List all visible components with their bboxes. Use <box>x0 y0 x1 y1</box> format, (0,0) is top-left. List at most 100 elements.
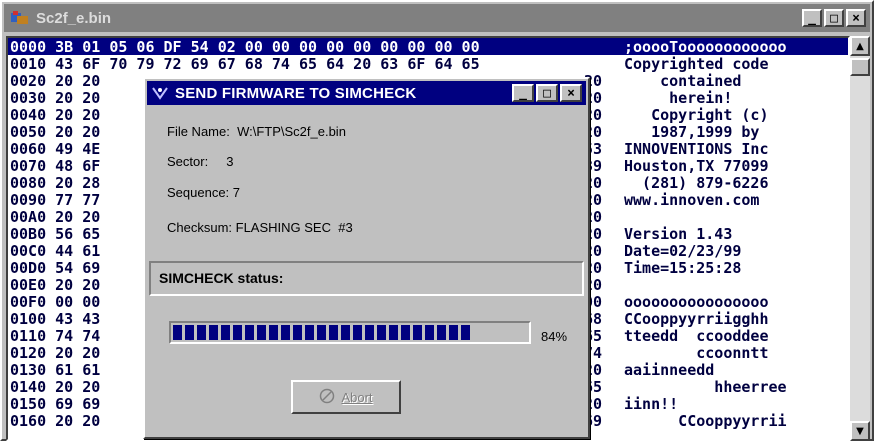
status-label: SIMCHECK status: <box>159 270 284 286</box>
progress-block <box>173 325 182 340</box>
hex-bytes: 0000 3B 01 05 06 DF 54 02 00 00 00 00 00… <box>10 38 480 56</box>
ascii-text: INNOVENTIONS Inc <box>624 140 769 158</box>
progress-bar <box>169 321 531 344</box>
maximize-button[interactable]: □ <box>824 9 844 27</box>
progress-block <box>341 325 350 340</box>
ascii-text: www.innoven.com <box>624 191 760 209</box>
hex-bytes: 0100 43 43 <box>10 310 101 328</box>
progress-block <box>245 325 254 340</box>
ascii-text: contained <box>624 72 742 90</box>
progress-block <box>413 325 422 340</box>
ascii-text: ccoonntt <box>624 344 769 362</box>
hex-row[interactable]: 0000 3B 01 05 06 DF 54 02 00 00 00 00 00… <box>8 38 848 56</box>
ascii-text: Version 1.43 <box>624 225 733 243</box>
file-name-text: File Name: W:\FTP\Sc2f_e.bin <box>167 124 346 139</box>
ascii-text: Houston,TX 77099 <box>624 157 769 175</box>
dialog-icon <box>151 85 169 101</box>
hex-bytes: 0040 20 20 <box>10 106 101 124</box>
hex-bytes: 00A0 20 20 <box>10 208 101 226</box>
ascii-text: tteedd ccooddee <box>624 327 769 345</box>
progress-block <box>365 325 374 340</box>
ascii-text: herein! <box>624 89 733 107</box>
hex-bytes: 0150 69 69 <box>10 395 101 413</box>
minimize-button[interactable]: _ <box>802 9 822 27</box>
progress-block <box>389 325 398 340</box>
sequence-text: Sequence: 7 <box>167 185 241 200</box>
progress-block <box>281 325 290 340</box>
ascii-text: 1987,1999 by <box>624 123 760 141</box>
hex-bytes: 0060 49 4E <box>10 140 101 158</box>
hex-bytes: 0050 20 20 <box>10 123 101 141</box>
progress-block <box>269 325 278 340</box>
abort-label: Abort <box>341 389 373 405</box>
ascii-text: CCooppyyrrii <box>624 412 787 430</box>
close-button[interactable]: × <box>846 9 866 27</box>
ascii-text: Copyrighted code <box>624 55 769 73</box>
progress-block <box>197 325 206 340</box>
progress-block <box>437 325 446 340</box>
progress-block <box>209 325 218 340</box>
hex-bytes: 0080 20 28 <box>10 174 101 192</box>
hex-bytes: 00D0 54 69 <box>10 259 101 277</box>
ascii-text: hheerree <box>624 378 787 396</box>
scroll-up-button[interactable]: ▲ <box>850 36 870 56</box>
ascii-text: (281) 879-6226 <box>624 174 769 192</box>
scroll-down-button[interactable]: ▼ <box>850 421 870 441</box>
progress-block <box>305 325 314 340</box>
ascii-text: ;ooooToooooooooooo <box>624 38 787 56</box>
hex-row[interactable]: 0010 43 6F 70 79 72 69 67 68 74 65 64 20… <box>8 55 848 73</box>
app-icon <box>10 10 30 26</box>
hex-bytes: 0120 20 20 <box>10 344 101 362</box>
ascii-text: CCooppyyrriigghh <box>624 310 769 328</box>
send-firmware-dialog: SEND FIRMWARE TO SIMCHECK _ □ × File Nam… <box>143 77 590 439</box>
progress-block <box>185 325 194 340</box>
hex-bytes: 0130 61 61 <box>10 361 101 379</box>
dialog-maximize-button[interactable]: □ <box>536 84 558 102</box>
status-panel: SIMCHECK status: <box>149 261 584 296</box>
ascii-text: Date=02/23/99 <box>624 242 742 260</box>
abort-button[interactable]: Abort <box>291 380 401 414</box>
hex-bytes: 0140 20 20 <box>10 378 101 396</box>
progress-block <box>377 325 386 340</box>
hex-bytes: 0070 48 6F <box>10 157 101 175</box>
progress-block <box>329 325 338 340</box>
progress-block <box>257 325 266 340</box>
progress-block <box>293 325 302 340</box>
ascii-text: Copyright (c) <box>624 106 769 124</box>
hex-bytes: 00C0 44 61 <box>10 242 101 260</box>
sector-text: Sector: 3 <box>167 154 234 169</box>
dialog-close-button[interactable]: × <box>560 84 582 102</box>
progress-block <box>353 325 362 340</box>
ascii-text: Time=15:25:28 <box>624 259 742 277</box>
hex-bytes: 0160 20 20 <box>10 412 101 430</box>
progress-block <box>221 325 230 340</box>
hex-bytes: 0030 20 20 <box>10 89 101 107</box>
window-titlebar[interactable]: Sc2f_e.bin _ □ × <box>4 4 870 32</box>
ascii-text: oooooooooooooooo <box>624 293 769 311</box>
dialog-titlebar[interactable]: SEND FIRMWARE TO SIMCHECK _ □ × <box>147 81 586 105</box>
abort-icon <box>319 388 335 407</box>
progress-block <box>461 325 470 340</box>
dialog-title: SEND FIRMWARE TO SIMCHECK <box>175 84 417 102</box>
hex-bytes: 00F0 00 00 <box>10 293 101 311</box>
ascii-text: aaiinneedd <box>624 361 715 379</box>
hex-bytes: 0090 77 77 <box>10 191 101 209</box>
hex-bytes: 0110 74 74 <box>10 327 101 345</box>
progress-block <box>425 325 434 340</box>
hex-bytes: 00B0 56 65 <box>10 225 101 243</box>
progress-block <box>317 325 326 340</box>
progress-fill <box>173 325 470 340</box>
vertical-scrollbar[interactable]: ▲ ▼ <box>850 36 870 441</box>
ascii-text: iinn!! <box>624 395 679 413</box>
hex-bytes: 0010 43 6F 70 79 72 69 67 68 74 65 64 20… <box>10 55 480 73</box>
progress-block <box>233 325 242 340</box>
progress-block <box>401 325 410 340</box>
hex-bytes: 00E0 20 20 <box>10 276 101 294</box>
scroll-thumb[interactable] <box>850 58 870 76</box>
hex-bytes: 0020 20 20 <box>10 72 101 90</box>
window-title: Sc2f_e.bin <box>36 9 112 27</box>
dialog-minimize-button[interactable]: _ <box>512 84 534 102</box>
checksum-text: Checksum: FLASHING SEC #3 <box>167 220 353 235</box>
progress-block <box>449 325 458 340</box>
progress-percent: 84% <box>541 329 568 344</box>
